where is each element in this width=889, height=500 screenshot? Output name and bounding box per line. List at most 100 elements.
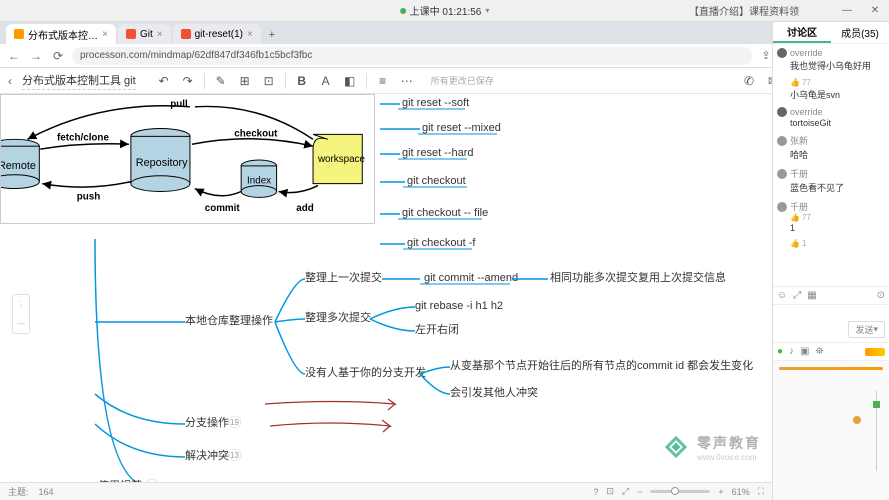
zoom-out-button[interactable]: − (637, 487, 642, 497)
tab-discuss[interactable]: 讨论区 (773, 22, 831, 43)
fit-icon[interactable]: ⤢ (622, 486, 629, 497)
tab-label: Git (140, 29, 153, 40)
insert-button[interactable]: ⊞ (237, 73, 253, 89)
pad-dots-icon: ⋮ (17, 300, 25, 309)
chat-input-area[interactable]: 发送 ▾ (773, 304, 889, 342)
nav-back-button[interactable]: ← (6, 48, 22, 64)
speaker-icon[interactable]: ♪ (789, 346, 794, 357)
annotation-arrow-2 (270, 420, 390, 432)
separator (366, 73, 367, 89)
tab-members[interactable]: 成员(35) (831, 22, 889, 43)
help-icon[interactable]: ? (593, 487, 598, 497)
svg-text:Index: Index (247, 176, 271, 187)
close-icon[interactable]: × (247, 29, 253, 40)
close-icon[interactable]: × (102, 29, 108, 40)
mic-icon[interactable]: ● (777, 346, 783, 357)
watermark: 零声教育 www.0voice.com (661, 432, 761, 462)
tab-git[interactable]: Git × (118, 24, 171, 44)
newtab-button[interactable]: + (263, 26, 281, 44)
zoom-slider[interactable] (650, 490, 710, 493)
chevron-down-icon[interactable]: ▾ (485, 6, 489, 15)
mini-whiteboard[interactable] (773, 360, 889, 500)
node-branch-ops: 分支操作 (185, 415, 229, 429)
svg-text:左开右闭: 左开右闭 (415, 322, 459, 336)
svg-text:整理多次提交: 整理多次提交 (305, 310, 371, 324)
app-back-button[interactable]: ‹ (8, 74, 12, 88)
recording-label: 上课中 01:21:56 (410, 3, 482, 18)
font-button[interactable]: A (318, 73, 334, 89)
svg-text:add: add (296, 203, 313, 214)
mindmap-canvas[interactable]: 使用规范 30 分支操作 19 解决冲突 13 本地仓库整理操作 整理上一次提交… (0, 94, 772, 482)
nav-forward-button[interactable]: → (28, 48, 44, 64)
svg-text:git checkout -f: git checkout -f (407, 237, 476, 249)
tab-processon[interactable]: 分布式版本控制工具 git × (6, 24, 116, 44)
svg-text:没有人基于你的分支开发: 没有人基于你的分支开发 (305, 365, 426, 379)
like-icon[interactable]: 👍 (790, 213, 800, 222)
watermark-sub: www.0voice.com (697, 453, 761, 462)
like-icon[interactable]: 👍 (790, 239, 800, 248)
svg-text:git reset --hard: git reset --hard (402, 147, 474, 159)
whiteboard-stroke (779, 367, 883, 370)
layout-button[interactable]: ≡ (375, 73, 391, 89)
processon-favicon-icon (14, 29, 24, 39)
redo-button[interactable]: ↷ (180, 73, 196, 89)
node-local-repo: 本地仓库整理操作 (185, 313, 273, 327)
recording-status: 上课中 01:21:56 ▾ (400, 3, 490, 18)
undo-button[interactable]: ↶ (156, 73, 172, 89)
media-controls: ● ♪ ▣ ⛯ (773, 342, 889, 360)
browser-tabstrip: 分布式版本控制工具 git × Git × git-reset(1) × + (0, 22, 889, 44)
phone-icon[interactable]: ✆ (741, 73, 757, 89)
share-icon[interactable]: ⇪ (759, 49, 773, 63)
svg-text:git commit --amend: git commit --amend (424, 272, 518, 284)
like-icon[interactable]: 👍 (790, 78, 800, 87)
camera-icon[interactable]: ▣ (800, 346, 809, 357)
emoji-icon[interactable]: ☺ (777, 290, 787, 301)
bold-button[interactable]: B (294, 73, 310, 89)
format-brush-button[interactable]: ✎ (213, 73, 229, 89)
pad-handle-icon: — (17, 319, 25, 328)
avatar-icon (777, 48, 787, 58)
canvas-tool-pad[interactable]: ⋮ — (12, 294, 30, 334)
chat-messages[interactable]: override我也觉得小乌龟好用 👍77小乌龟是svn overridetor… (773, 44, 889, 286)
center-icon[interactable]: ⊡ (606, 486, 614, 497)
svg-text:Remote: Remote (1, 160, 36, 172)
app-toolbar: ‹ 分布式版本控制工具 git ↶ ↷ ✎ ⊞ ⊡ B A ◧ ≡ ⋯ 所有更改… (0, 68, 889, 94)
autosave-label: 所有更改已保存 (431, 74, 494, 87)
doc-title[interactable]: 分布式版本控制工具 git (22, 72, 136, 90)
nav-reload-button[interactable]: ⟳ (50, 48, 66, 64)
send-button[interactable]: 发送 ▾ (848, 321, 885, 338)
signal-icon[interactable]: ⛯ (816, 346, 824, 357)
zoom-in-button[interactable]: + (718, 487, 723, 497)
recording-dot-icon (400, 8, 406, 14)
svg-text:git rebase -i h1 h2: git rebase -i h1 h2 (415, 300, 503, 312)
more-button[interactable]: ⋯ (399, 73, 415, 89)
chat-toolbar: ☺ ⤢ ▦ ⊙ (773, 286, 889, 304)
url-input[interactable] (72, 47, 753, 65)
watermark-title: 零声教育 (697, 433, 761, 453)
close-button[interactable]: ✕ (861, 0, 889, 22)
annotation-arrow-1 (265, 399, 395, 410)
separator (204, 73, 205, 89)
svg-text:push: push (77, 191, 100, 202)
node-conflict: 解决冲突 (185, 448, 229, 462)
svg-text:Repository: Repository (136, 157, 188, 169)
svg-text:workspace: workspace (317, 154, 366, 165)
zoom-thumb[interactable] (671, 487, 679, 495)
settings-icon[interactable]: ⊙ (877, 290, 885, 301)
avatar-icon (777, 107, 787, 117)
tab-label: 分布式版本控制工具 git (28, 27, 98, 42)
chat-sidepanel: 讨论区 成员(35) override我也觉得小乌龟好用 👍77小乌龟是svn … (772, 22, 889, 500)
theme-count: 164 (39, 487, 54, 497)
fullscreen-icon[interactable]: ⛶ (758, 486, 764, 497)
image-icon[interactable]: ▦ (807, 290, 816, 301)
color-button[interactable]: ◧ (342, 73, 358, 89)
structure-button[interactable]: ⊡ (261, 73, 277, 89)
minimize-button[interactable]: — (833, 0, 861, 22)
course-title-label: 【直播介绍】课程资料领取，教… (689, 3, 799, 18)
svg-text:从变基那个节点开始往后的所有节点的commit id 都会发: 从变基那个节点开始往后的所有节点的commit id 都会发生变化 (450, 358, 753, 372)
tab-gitreset[interactable]: git-reset(1) × (173, 24, 261, 44)
separator (285, 73, 286, 89)
svg-text:13: 13 (230, 451, 239, 460)
expand-icon[interactable]: ⤢ (793, 290, 801, 301)
close-icon[interactable]: × (157, 29, 163, 40)
